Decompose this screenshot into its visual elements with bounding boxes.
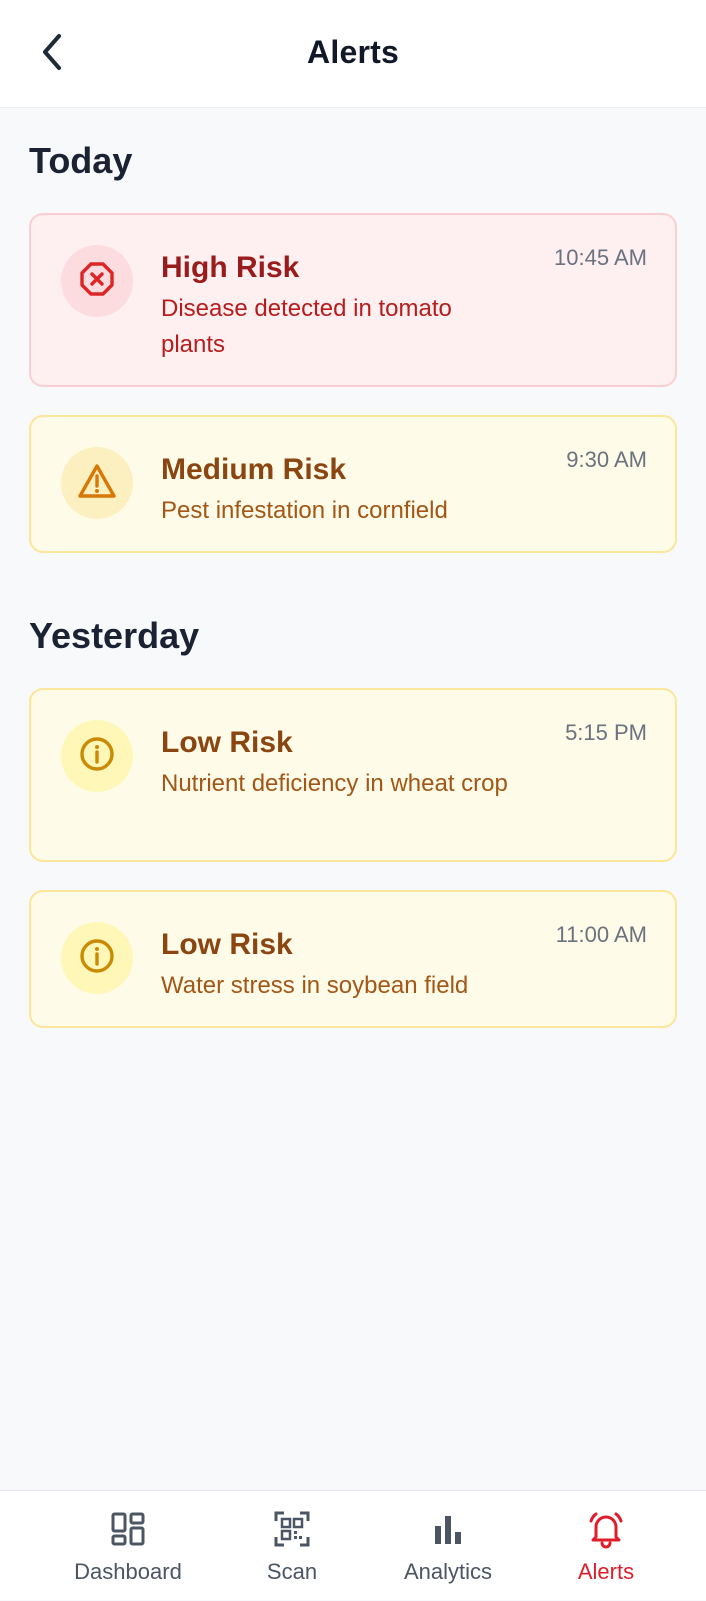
warning-triangle-icon [77, 463, 117, 504]
alert-icon-badge [61, 245, 133, 317]
alert-card[interactable]: Medium Risk Pest infestation in cornfiel… [29, 415, 677, 553]
alert-icon-badge [61, 720, 133, 792]
nav-label: Scan [266, 1559, 318, 1584]
bottom-nav: Dashboard Scan Analytics Alerts [0, 1490, 706, 1600]
alert-card[interactable]: Low Risk Nutrient deficiency in wheat cr… [29, 688, 677, 862]
nav-item-dashboard[interactable]: Dashboard [48, 1491, 208, 1601]
bell-icon [586, 1507, 626, 1551]
nav-item-alerts[interactable]: Alerts [526, 1491, 686, 1601]
nav-label: Alerts [577, 1559, 635, 1584]
app-header: Alerts [0, 0, 706, 108]
alert-time: 11:00 AM [555, 922, 647, 947]
section-title-yesterday: Yesterday [29, 615, 200, 656]
alert-title: High Risk [161, 251, 300, 284]
alert-card[interactable]: High Risk Disease detected in tomato pla… [29, 213, 677, 387]
alert-icon-badge [61, 447, 133, 519]
alert-time: 10:45 AM [554, 245, 647, 270]
alert-title: Medium Risk [161, 453, 347, 486]
info-circle-icon [79, 736, 115, 777]
alert-time: 9:30 AM [566, 447, 647, 472]
section-title-today: Today [29, 140, 133, 181]
alert-title: Low Risk [161, 726, 293, 759]
alert-title: Low Risk [161, 928, 293, 961]
qr-scan-icon [273, 1507, 311, 1551]
alert-description: Disease detected in tomato plants [161, 295, 452, 358]
x-octagon-icon [79, 261, 115, 302]
alert-description: Nutrient deficiency in wheat crop [161, 770, 508, 797]
dashboard-grid-icon [110, 1507, 146, 1551]
alert-icon-badge [61, 922, 133, 994]
page-title: Alerts [307, 34, 399, 70]
alert-description: Pest infestation in cornfield [161, 497, 448, 524]
alert-description: Water stress in soybean field [161, 972, 469, 999]
nav-label: Dashboard [74, 1559, 182, 1584]
alert-time: 5:15 PM [565, 720, 647, 745]
info-circle-icon [79, 938, 115, 979]
nav-item-analytics[interactable]: Analytics [368, 1491, 528, 1601]
nav-item-scan[interactable]: Scan [212, 1491, 372, 1601]
nav-label: Analytics [403, 1559, 493, 1584]
alert-card[interactable]: Low Risk Water stress in soybean field 1… [29, 890, 677, 1028]
bar-chart-icon [431, 1507, 465, 1551]
